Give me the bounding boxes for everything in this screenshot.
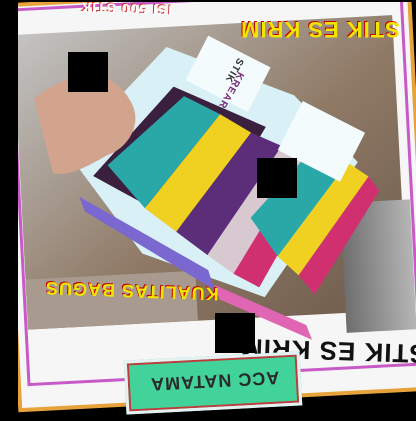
top-border	[0, 0, 416, 2]
redaction-box	[68, 52, 108, 92]
redaction-box	[215, 313, 255, 353]
top-banner-text: STIK ES KRIM	[240, 17, 400, 42]
photo-scene: STIK ES KRIM ISI 500 STIK KUALITAS BAGUS…	[0, 0, 416, 416]
redaction-box	[257, 158, 297, 198]
top-pack-text: ISI 500 STIK	[79, 0, 173, 19]
left-border	[0, 0, 18, 416]
